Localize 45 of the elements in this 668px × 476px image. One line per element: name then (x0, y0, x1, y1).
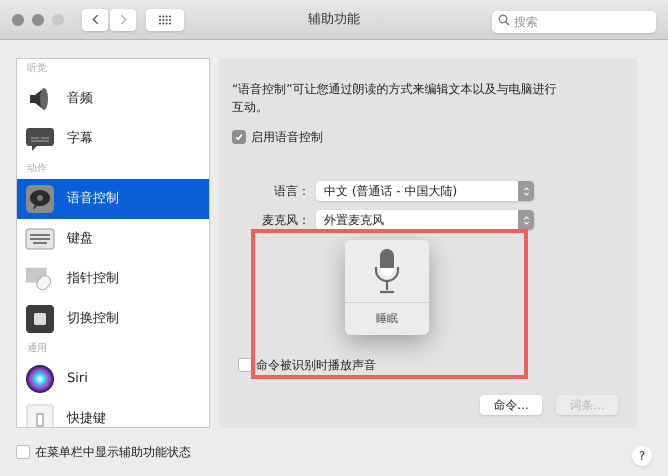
sidebar-item[interactable]: 键盘 (17, 219, 209, 259)
dialog-button[interactable]: 命令... (480, 395, 542, 415)
keyboard-icon (25, 226, 55, 252)
sidebar-item[interactable]: 快捷键 (17, 399, 209, 427)
window-title: 辅助功能 (308, 10, 360, 29)
speech-bubble-icon (25, 184, 55, 214)
section-header: 动作 (26, 162, 48, 176)
search-icon (498, 14, 510, 26)
chevron-left-icon (92, 14, 98, 25)
orb-icon (25, 364, 55, 394)
checkbox-label: 在菜单栏中显示辅助功能状态 (35, 444, 191, 461)
checkbox[interactable] (238, 358, 252, 372)
dropdown[interactable]: 外置麦克风 (316, 210, 534, 230)
section-header: 听觉 (26, 62, 48, 76)
sidebar-item[interactable]: Siri (17, 359, 209, 399)
sidebar-item[interactable]: 语音控制 (17, 179, 209, 219)
field-label: 语言： (273, 183, 311, 200)
checkmark-icon (234, 132, 244, 142)
chevron-right-icon (120, 14, 126, 25)
grid-icon (158, 14, 172, 24)
sidebar-item[interactable]: 音频 (17, 79, 209, 119)
checkbox-label: 启用语音控制 (251, 129, 323, 146)
minimize-button[interactable] (32, 14, 44, 26)
checkbox-label: 命令被识别时播放声音 (256, 357, 376, 374)
sidebar-item[interactable]: 字幕 (17, 119, 209, 159)
section-header: 通用 (26, 342, 48, 356)
sidebar-item[interactable]: 切换控制 (17, 299, 209, 339)
sidebar-item[interactable]: 指针控制 (17, 259, 209, 299)
stepper-arrows-icon (522, 186, 530, 196)
description-text: “语音控制”可让您通过朗读的方式来编辑文本以及与电脑进行互动。 (232, 81, 558, 116)
close-button[interactable] (12, 14, 24, 26)
checkbox[interactable] (232, 130, 246, 144)
dropdown[interactable]: 中文 (普通话 - 中国大陆) (316, 181, 534, 201)
speech-bubble-icon (25, 125, 55, 153)
search-field[interactable]: 搜索 (492, 10, 656, 32)
status-label: 睡眠 (376, 311, 398, 327)
stepper-arrows-icon (522, 214, 530, 226)
help-button[interactable]: ? (632, 446, 652, 466)
back-button[interactable] (82, 8, 108, 30)
square-button-icon (25, 304, 55, 334)
microphone-icon (374, 248, 400, 294)
checkbox[interactable] (16, 445, 30, 459)
field-label: 麦克风： (261, 212, 311, 229)
show-all-button[interactable] (146, 8, 184, 30)
zoom-button[interactable] (52, 14, 64, 26)
